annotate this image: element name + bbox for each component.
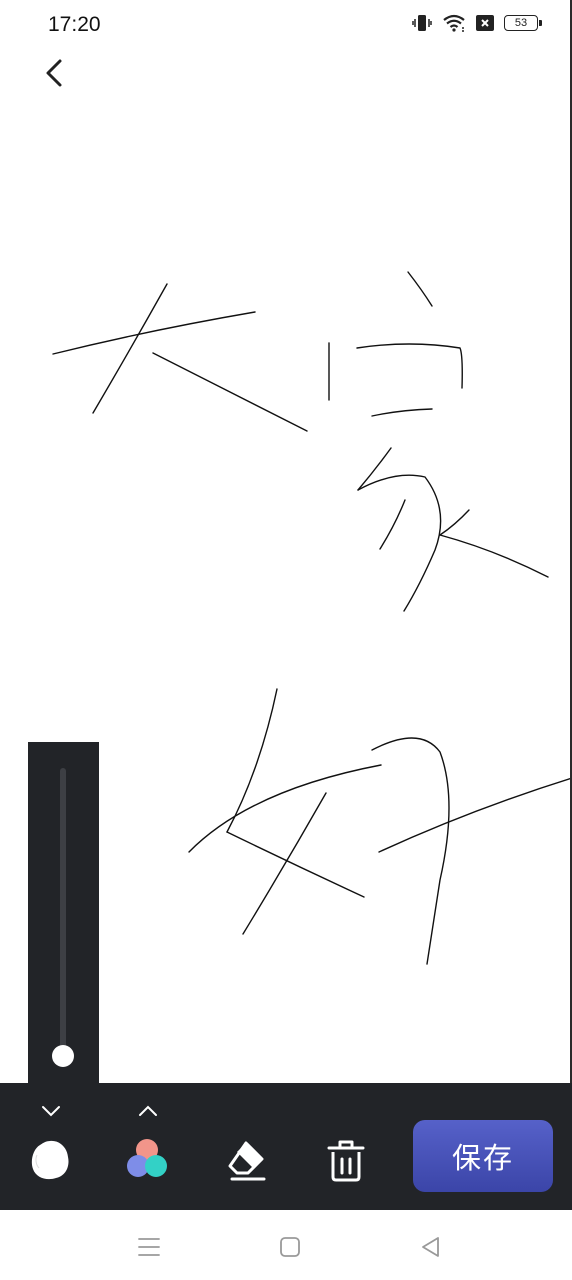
- trash-icon[interactable]: [321, 1135, 371, 1185]
- chevron-up-icon[interactable]: [135, 1101, 161, 1121]
- stroke: [439, 534, 549, 578]
- stroke: [226, 688, 278, 833]
- stroke: [379, 499, 406, 550]
- eraser-icon[interactable]: [222, 1135, 272, 1185]
- chevron-down-icon[interactable]: [38, 1101, 64, 1121]
- stroke: [242, 792, 327, 935]
- stroke: [52, 311, 256, 355]
- stroke: [371, 737, 450, 965]
- battery-level: 53: [514, 17, 528, 29]
- battery-icon: 53: [504, 15, 542, 31]
- stroke: [371, 408, 433, 417]
- stroke: [188, 764, 382, 853]
- stroke: [357, 447, 392, 491]
- home-icon[interactable]: [275, 1232, 305, 1262]
- back-triangle-icon[interactable]: [416, 1232, 446, 1262]
- save-button[interactable]: 保存: [413, 1120, 553, 1192]
- stroke: [439, 509, 470, 536]
- chevron-left-icon: [46, 59, 62, 87]
- stroke: [226, 831, 365, 898]
- brush-size-knob[interactable]: [52, 1045, 74, 1067]
- back-button[interactable]: [32, 52, 76, 96]
- menu-icon[interactable]: [134, 1232, 164, 1262]
- drawing-toolbar: 保存: [0, 1083, 572, 1210]
- stroke: [357, 474, 442, 612]
- wifi-icon: [443, 14, 465, 32]
- x-box-icon: [476, 15, 494, 31]
- brush-blob-icon[interactable]: [25, 1135, 75, 1185]
- status-icons: 53: [412, 14, 542, 32]
- stroke: [356, 343, 463, 389]
- brush-size-panel: [28, 742, 99, 1083]
- stroke: [152, 352, 308, 432]
- status-bar: 17:20 53: [0, 0, 572, 50]
- system-nav-bar: [0, 1210, 572, 1280]
- stroke: [407, 271, 433, 307]
- status-time: 17:20: [48, 13, 101, 36]
- stroke: [92, 283, 168, 414]
- color-palette-icon[interactable]: [122, 1135, 172, 1185]
- stroke: [378, 777, 572, 853]
- brush-size-track[interactable]: [60, 768, 66, 1058]
- vibrate-icon: [412, 15, 432, 31]
